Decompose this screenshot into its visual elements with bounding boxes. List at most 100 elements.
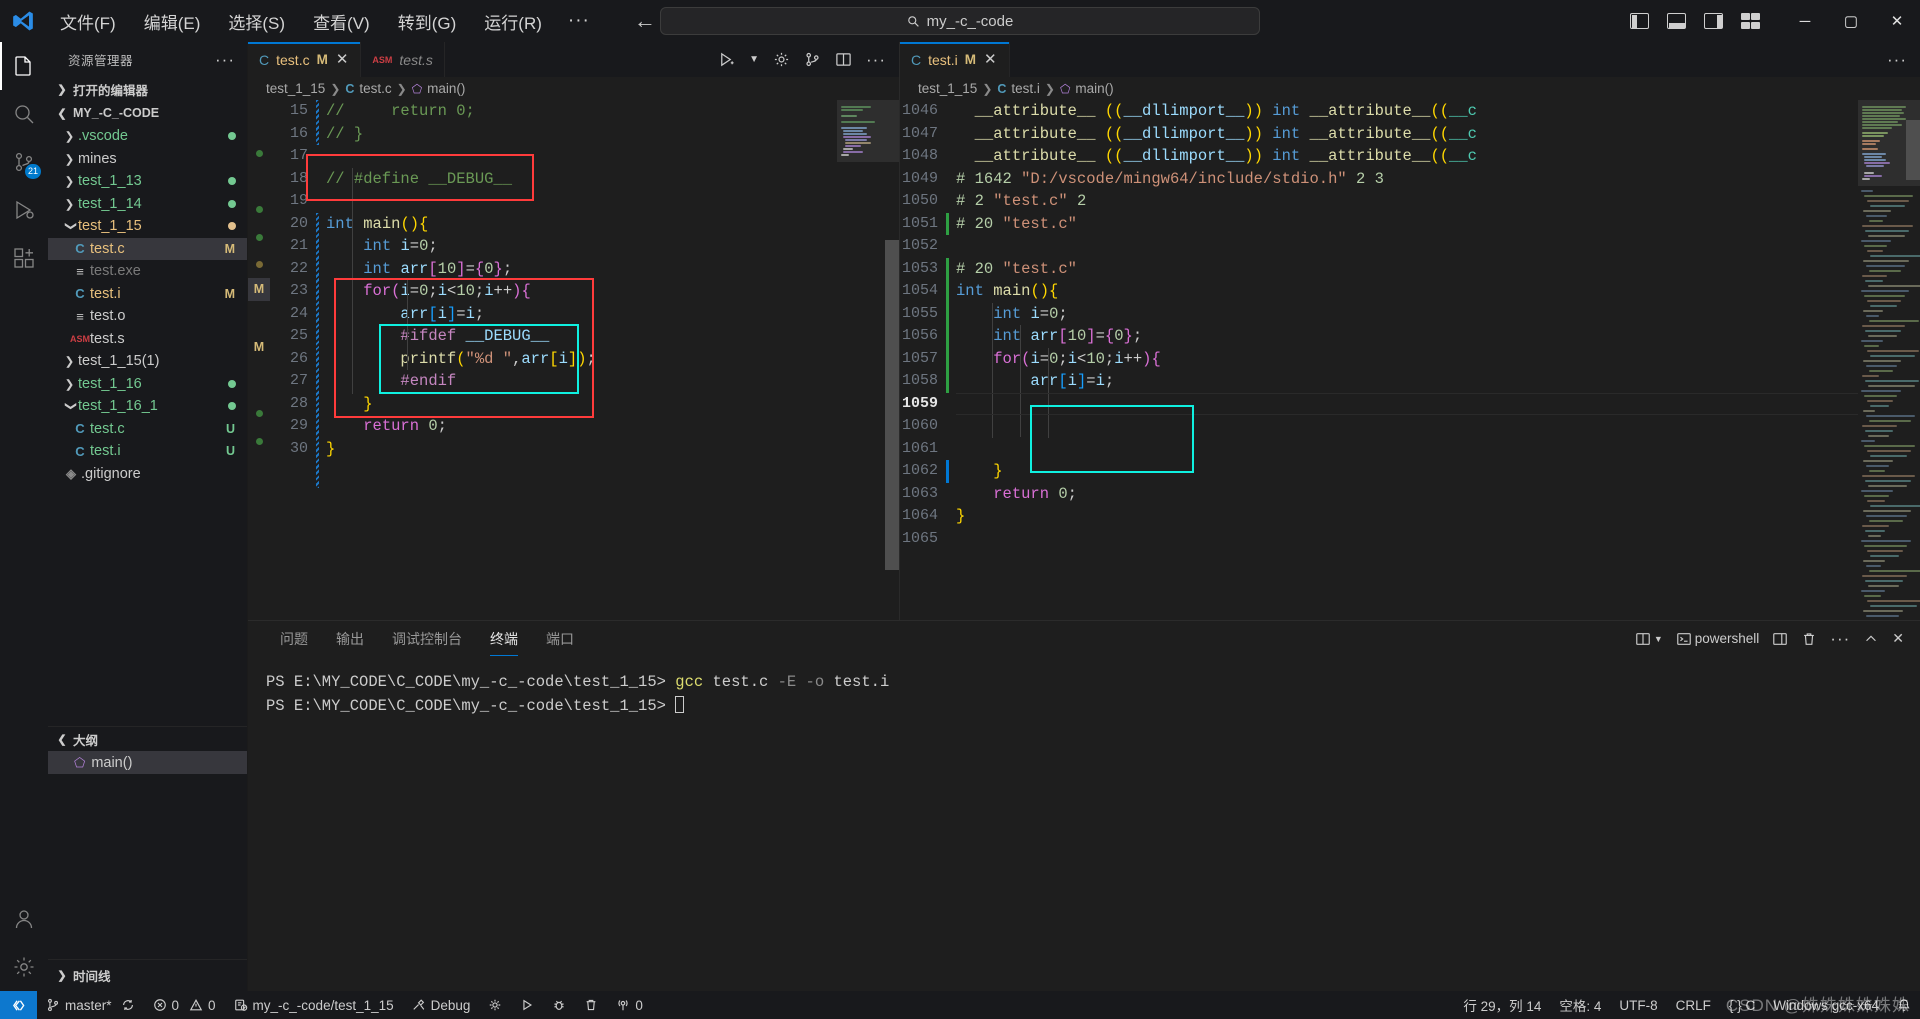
- menu-more-icon[interactable]: ···: [556, 6, 602, 36]
- code-line[interactable]: 1046 __attribute__ ((__dllimport__)) int…: [900, 100, 1920, 123]
- section-timeline[interactable]: ❯ 时间线: [48, 959, 247, 991]
- status-cmake-run[interactable]: [511, 991, 543, 1019]
- code-line[interactable]: 19: [270, 190, 899, 213]
- code-line[interactable]: 1049 # 1642 "D:/vscode/mingw64/include/st…: [900, 168, 1920, 191]
- new-terminal-icon[interactable]: [1772, 631, 1788, 647]
- code-line[interactable]: 18// #define __DEBUG__: [270, 168, 899, 191]
- status-live-share[interactable]: 0: [607, 991, 652, 1019]
- toggle-panel-icon[interactable]: [1667, 13, 1686, 29]
- status-problems[interactable]: 0 0: [144, 991, 225, 1019]
- tree-file[interactable]: ASM test.s: [48, 328, 247, 351]
- go-back-icon[interactable]: ←: [634, 10, 656, 32]
- status-cmake-clean[interactable]: [575, 991, 607, 1019]
- breadcrumb-folder[interactable]: test_1_15: [918, 81, 977, 96]
- panel-more-icon[interactable]: ···: [1830, 629, 1850, 649]
- vertical-scrollbar-right[interactable]: [1906, 100, 1920, 620]
- code-line[interactable]: 1053 # 20 "test.c": [900, 257, 1920, 280]
- code-line[interactable]: 1050 # 2 "test.c" 2: [900, 190, 1920, 213]
- code-line[interactable]: 16// }: [270, 123, 899, 146]
- activity-manage-settings[interactable]: [0, 943, 48, 991]
- code-line[interactable]: 27 #endif: [270, 370, 899, 393]
- status-cursor-position[interactable]: 行 29，列 14: [1454, 991, 1550, 1019]
- code-line[interactable]: 1064}: [900, 505, 1920, 528]
- kill-terminal-icon[interactable]: [1801, 631, 1817, 647]
- scrollbar-thumb[interactable]: [885, 240, 899, 570]
- code-line[interactable]: 1058 arr[i]=i;: [900, 370, 1920, 393]
- close-icon[interactable]: ✕: [983, 52, 998, 67]
- customize-layout-icon[interactable]: [1741, 13, 1760, 29]
- tree-folder[interactable]: ❯ test_1_13: [48, 170, 247, 193]
- code-line[interactable]: 29 return 0;: [270, 415, 899, 438]
- code-line[interactable]: 1055 int i=0;: [900, 302, 1920, 325]
- code-lines-left[interactable]: 15// return 0; 16// } 17 18// #define __DE…: [270, 100, 899, 620]
- activity-source-control[interactable]: 21: [0, 138, 48, 186]
- code-line[interactable]: 1060: [900, 415, 1920, 438]
- code-line[interactable]: 23 for(i=0;i<10;i++){: [270, 280, 899, 303]
- tree-file[interactable]: Ctest.i M: [48, 283, 247, 306]
- source-control-icon[interactable]: [804, 51, 821, 68]
- code-line[interactable]: 1054 int main(){: [900, 280, 1920, 303]
- toggle-secondary-sidebar-icon[interactable]: [1704, 13, 1723, 29]
- activity-run-debug[interactable]: [0, 186, 48, 234]
- code-line[interactable]: 24 arr[i]=i;: [270, 303, 899, 326]
- code-line[interactable]: 17: [270, 145, 899, 168]
- code-line[interactable]: 1065: [900, 528, 1920, 551]
- status-cmake-build-type[interactable]: Debug: [403, 991, 480, 1019]
- breadcrumb-folder[interactable]: test_1_15: [266, 81, 325, 96]
- outline-item-main[interactable]: ⬠ main(): [48, 751, 247, 774]
- tree-folder[interactable]: ❯ test_1_14: [48, 193, 247, 216]
- menu-edit[interactable]: 编辑(E): [130, 5, 215, 38]
- menu-view[interactable]: 查看(V): [299, 5, 384, 38]
- close-panel-icon[interactable]: ✕: [1892, 630, 1904, 647]
- menu-go[interactable]: 转到(G): [384, 5, 471, 38]
- status-eol[interactable]: CRLF: [1667, 991, 1720, 1019]
- tree-folder[interactable]: ❯ mines: [48, 148, 247, 171]
- status-compiler-kit[interactable]: Windows gcc-x64: [1764, 991, 1888, 1019]
- tree-file[interactable]: Ctest.i U: [48, 440, 247, 463]
- code-line[interactable]: 25 #ifdef __DEBUG__: [270, 325, 899, 348]
- scrollbar-thumb[interactable]: [1906, 120, 1920, 180]
- tree-file[interactable]: Ctest.c M: [48, 237, 247, 260]
- code-line[interactable]: 20 int main(){: [270, 213, 899, 236]
- maximize-button[interactable]: ▢: [1828, 0, 1874, 42]
- status-cmake-debug[interactable]: [543, 991, 575, 1019]
- tree-file[interactable]: ≡ test.o: [48, 305, 247, 328]
- tree-folder[interactable]: ❯ test_1_15(1): [48, 350, 247, 373]
- code-line[interactable]: 1057 for(i=0;i<10;i++){: [900, 347, 1920, 370]
- status-branch[interactable]: master*: [37, 991, 144, 1019]
- code-line[interactable]: 1059: [900, 393, 1920, 416]
- tab-test-c[interactable]: C test.c M ✕: [248, 42, 362, 77]
- code-line[interactable]: 1056 int arr[10]={0};: [900, 325, 1920, 348]
- section-open-editors[interactable]: ❯ 打开的编辑器: [48, 77, 247, 101]
- tree-file[interactable]: ◈ .gitignore: [48, 463, 247, 486]
- status-encoding[interactable]: UTF-8: [1610, 991, 1666, 1019]
- command-center-search[interactable]: my_-c_-code: [660, 7, 1260, 35]
- breadcrumb-file[interactable]: test.i: [1011, 81, 1040, 96]
- tree-folder[interactable]: ❯ .vscode: [48, 125, 247, 148]
- activity-search[interactable]: [0, 90, 48, 138]
- panel-tab-ports[interactable]: 端口: [532, 621, 588, 656]
- tab-test-i[interactable]: C test.i M ✕: [900, 42, 1010, 77]
- tree-folder[interactable]: ❮ test_1_16_1: [48, 395, 247, 418]
- status-cmake-kit[interactable]: [479, 991, 511, 1019]
- code-line[interactable]: 22 int arr[10]={0};: [270, 258, 899, 281]
- code-editor-left[interactable]: M M 15// return 0; 16// } 17 18// #define …: [248, 100, 899, 620]
- vertical-scrollbar-left[interactable]: [885, 100, 899, 620]
- tab-test-s[interactable]: ASM test.s: [361, 42, 445, 77]
- maximize-panel-icon[interactable]: [1863, 631, 1879, 647]
- breadcrumb-symbol[interactable]: main(): [1075, 81, 1113, 96]
- activity-extensions[interactable]: [0, 234, 48, 282]
- status-notifications[interactable]: [1888, 991, 1920, 1019]
- code-line[interactable]: 1047 __attribute__ ((__dllimport__)) int…: [900, 123, 1920, 146]
- code-line[interactable]: 1051 # 20 "test.c": [900, 212, 1920, 235]
- chevron-down-icon[interactable]: ▼: [1654, 634, 1663, 644]
- panel-tab-terminal[interactable]: 终端: [476, 621, 532, 656]
- status-remote-window[interactable]: [0, 991, 37, 1019]
- toggle-primary-sidebar-icon[interactable]: [1630, 13, 1649, 29]
- code-line[interactable]: 28 }: [270, 393, 899, 416]
- code-lines-right[interactable]: 1046 __attribute__ ((__dllimport__)) int…: [900, 100, 1920, 620]
- code-line[interactable]: 1048 __attribute__ ((__dllimport__)) int…: [900, 145, 1920, 168]
- code-line[interactable]: 15// return 0;: [270, 100, 899, 123]
- terminal-output[interactable]: PS E:\MY_CODE\C_CODE\my_-c_-code\test_1_…: [248, 656, 1920, 991]
- more-actions-icon[interactable]: ···: [866, 50, 886, 70]
